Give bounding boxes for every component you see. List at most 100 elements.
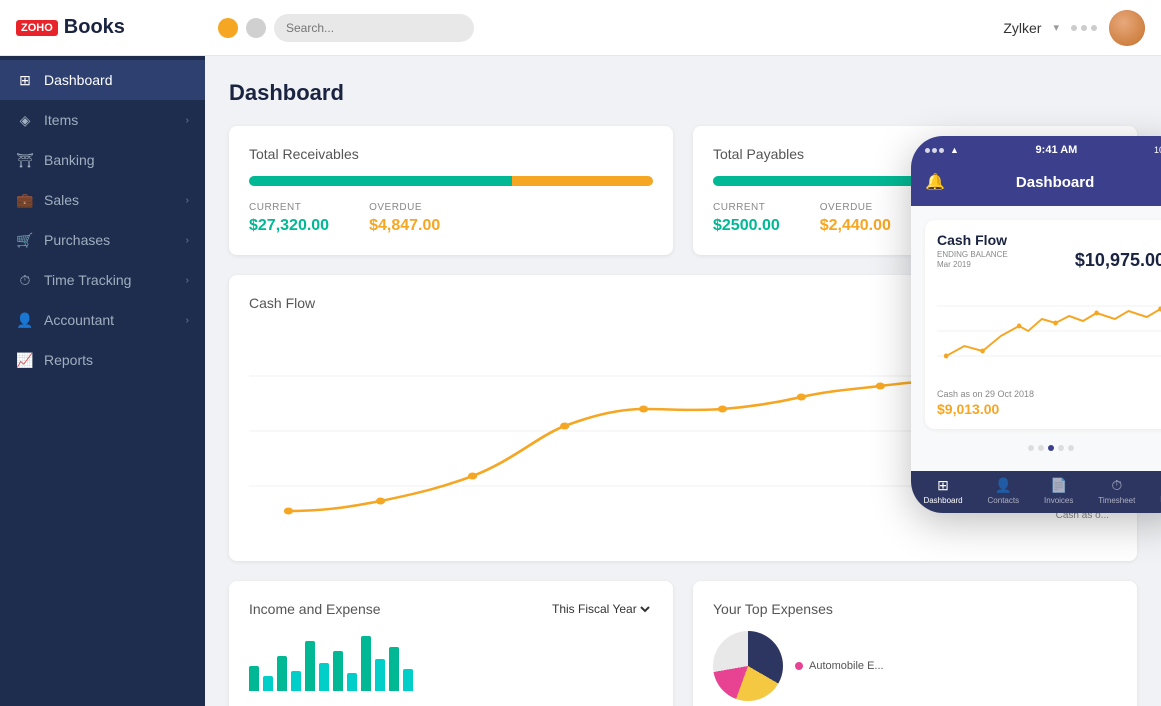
sidebar-item-label: Reports xyxy=(44,352,189,368)
overdue-value: $2,440.00 xyxy=(820,217,891,235)
carousel-dot-active xyxy=(1048,445,1054,451)
topbar-dot-gray xyxy=(246,18,266,38)
dashboard-icon: ⊞ xyxy=(16,71,34,89)
sidebar-item-label: Sales xyxy=(44,192,176,208)
current-value: $2500.00 xyxy=(713,217,780,235)
phone-content: Cash Flow ENDING BALANCE Mar 2019 $10,97… xyxy=(911,206,1161,471)
nav-dashboard-label: Dashboard xyxy=(923,496,962,505)
income-expense-header: Income and Expense This Fiscal Year xyxy=(249,601,653,617)
nav-contacts-label: Contacts xyxy=(988,496,1020,505)
phone-time: 9:41 AM xyxy=(1036,144,1078,156)
phone-bottom-nav: ⊞ Dashboard 👤 Contacts 📄 Invoices ⏱ Time… xyxy=(911,471,1161,513)
topbar-dot-yellow xyxy=(218,18,238,38)
search-input[interactable] xyxy=(274,14,474,42)
phone-nav-contacts[interactable]: 👤 Contacts xyxy=(988,477,1020,505)
sidebar-item-purchases[interactable]: 🛒 Purchases › xyxy=(0,220,205,260)
ending-balance-amount: $10,975.00 xyxy=(1075,250,1161,271)
carousel-dot xyxy=(1068,445,1074,451)
topbar: ZOHO Books Zylker ▾ xyxy=(0,0,1161,56)
phone-footer-label: Cash as on 29 Oct 2018 xyxy=(937,389,1161,399)
reports-icon: 📈 xyxy=(16,351,34,369)
avatar[interactable] xyxy=(1109,10,1145,46)
top-expenses-title: Your Top Expenses xyxy=(713,601,833,617)
receivables-card: Total Receivables CURRENT $27,320.00 OVE… xyxy=(229,126,673,255)
bar xyxy=(291,671,301,691)
bar xyxy=(347,673,357,691)
sidebar-item-dashboard[interactable]: ⊞ Dashboard xyxy=(0,60,205,100)
nav-invoices-label: Invoices xyxy=(1044,496,1073,505)
payables-current: CURRENT $2500.00 xyxy=(713,202,780,235)
current-value: $27,320.00 xyxy=(249,217,329,235)
phone-header: 🔔 Dashboard ↺ xyxy=(911,164,1161,206)
sidebar-item-reports[interactable]: 📈 Reports xyxy=(0,340,205,380)
chart-point xyxy=(376,498,385,505)
nav-dashboard-icon: ⊞ xyxy=(937,477,949,494)
sidebar-item-label: Items xyxy=(44,112,176,128)
phone-cashflow-title: Cash Flow xyxy=(937,232,1161,248)
phone-overlay: ▲ 9:41 AM 100% 🔔 Dashboard ↺ Cash Flow E… xyxy=(911,136,1161,513)
phone-chart-svg xyxy=(937,281,1161,381)
nav-timesheet-label: Timesheet xyxy=(1098,496,1135,505)
chevron-icon: › xyxy=(186,195,189,206)
pie-area: Automobile E... xyxy=(713,631,1117,701)
sidebar-item-label: Purchases xyxy=(44,232,176,248)
sidebar-item-label: Dashboard xyxy=(44,72,189,88)
sidebar-item-banking[interactable]: ⛩ Banking xyxy=(0,140,205,180)
receivables-stats: CURRENT $27,320.00 OVERDUE $4,847.00 xyxy=(249,202,653,235)
ending-balance-label: ENDING BALANCE xyxy=(937,250,1008,259)
topbar-dots xyxy=(1071,25,1097,31)
receivables-title: Total Receivables xyxy=(249,146,653,162)
current-label: CURRENT xyxy=(249,202,329,213)
purchases-icon: 🛒 xyxy=(16,231,34,249)
org-name: Zylker xyxy=(1003,20,1041,36)
income-expense-card: Income and Expense This Fiscal Year xyxy=(229,581,673,706)
legend-item: Automobile E... xyxy=(795,660,884,672)
topbar-right: Zylker ▾ xyxy=(1003,10,1145,46)
fiscal-year-select[interactable]: This Fiscal Year xyxy=(548,601,653,617)
org-chevron: ▾ xyxy=(1053,21,1059,34)
phone-status-left: ▲ xyxy=(925,145,959,155)
sidebar-item-label: Accountant xyxy=(44,312,176,328)
phone-chart xyxy=(937,281,1161,381)
sidebar-item-items[interactable]: ◈ Items › xyxy=(0,100,205,140)
signal-dot xyxy=(932,148,937,153)
logo-area: ZOHO Books xyxy=(16,16,206,39)
carousel-dot xyxy=(1058,445,1064,451)
phone-chart-point xyxy=(944,354,949,359)
carousel-dot xyxy=(1038,445,1044,451)
sidebar-item-time-tracking[interactable]: ⏱ Time Tracking › xyxy=(0,260,205,300)
sidebar: ⊞ Dashboard ◈ Items › ⛩ Banking 💼 Sales … xyxy=(0,56,205,706)
topbar-center xyxy=(218,14,991,42)
bar xyxy=(249,666,259,691)
main-layout: ⊞ Dashboard ◈ Items › ⛩ Banking 💼 Sales … xyxy=(0,56,1161,706)
chevron-icon: › xyxy=(186,315,189,326)
payables-green-bar xyxy=(713,176,915,186)
chart-point xyxy=(639,406,648,413)
bar xyxy=(361,636,371,691)
sales-icon: 💼 xyxy=(16,191,34,209)
receivables-progress xyxy=(249,176,653,186)
sidebar-item-sales[interactable]: 💼 Sales › xyxy=(0,180,205,220)
phone-chart-point xyxy=(1017,324,1022,329)
accountant-icon: 👤 xyxy=(16,311,34,329)
bar xyxy=(305,641,315,691)
legend-label: Automobile E... xyxy=(809,660,884,672)
sidebar-item-label: Time Tracking xyxy=(44,272,176,288)
chart-point xyxy=(468,473,477,480)
logo-brand: ZOHO xyxy=(16,20,58,36)
sidebar-item-accountant[interactable]: 👤 Accountant › xyxy=(0,300,205,340)
phone-nav-invoices[interactable]: 📄 Invoices xyxy=(1044,477,1073,505)
payables-overdue: OVERDUE $2,440.00 xyxy=(820,202,891,235)
content-area: Dashboard Total Receivables CURRENT $27,… xyxy=(205,56,1161,706)
overdue-label: OVERDUE xyxy=(369,202,440,213)
chevron-icon: › xyxy=(186,275,189,286)
phone-battery: 100% xyxy=(1154,145,1161,155)
phone-nav-timesheet[interactable]: ⏱ Timesheet xyxy=(1098,477,1135,505)
phone-footer-amount: $9,013.00 xyxy=(937,401,1161,417)
receivables-yellow-bar xyxy=(512,176,653,186)
sidebar-item-label: Banking xyxy=(44,152,189,168)
phone-nav-dashboard[interactable]: ⊞ Dashboard xyxy=(923,477,962,505)
chart-point xyxy=(797,394,806,401)
overdue-label: OVERDUE xyxy=(820,202,891,213)
page-title: Dashboard xyxy=(229,80,1137,106)
